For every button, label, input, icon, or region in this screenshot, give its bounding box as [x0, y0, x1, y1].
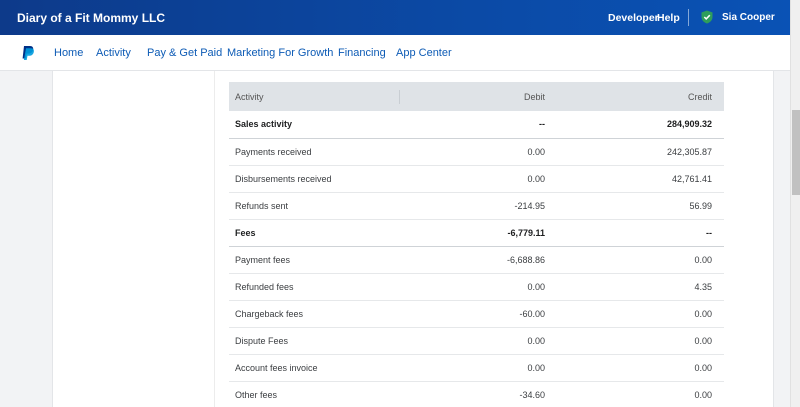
table-row: Sales activity -- 284,909.32 [229, 111, 724, 138]
row-debit: -60.00 [519, 308, 545, 319]
row-debit: 0.00 [527, 362, 545, 373]
nav-marketing-for-growth[interactable]: Marketing For Growth [227, 47, 333, 59]
row-debit: -214.95 [514, 200, 545, 211]
row-label: Sales activity [235, 119, 293, 130]
row-credit: 4.35 [694, 281, 712, 292]
nav-financing[interactable]: Financing [338, 47, 386, 59]
header-separator [399, 89, 400, 104]
business-name[interactable]: Diary of a Fit Mommy LLC [17, 11, 165, 25]
row-debit: -6,688.86 [506, 254, 545, 265]
table-row: Payment fees -6,688.86 0.00 [229, 246, 724, 273]
row-label: Chargeback fees [235, 308, 304, 319]
nav-pay-and-get-paid[interactable]: Pay & Get Paid [147, 47, 222, 59]
nav-home[interactable]: Home [54, 47, 83, 59]
activity-summary-table: Activity Debit Credit Sales activity -- 28… [229, 82, 724, 407]
row-credit: -- [706, 227, 712, 238]
row-credit: 0.00 [694, 335, 712, 346]
table-row: Dispute Fees 0.00 0.00 [229, 327, 724, 354]
table-row: Chargeback fees -60.00 0.00 [229, 300, 724, 327]
table-row: Account fees invoice 0.00 0.00 [229, 354, 724, 381]
top-header-bar: Diary of a Fit Mommy LLC Developer Help … [0, 0, 790, 35]
row-label: Refunded fees [235, 281, 294, 292]
row-label: Payment fees [235, 254, 291, 265]
table-row: Payments received 0.00 242,305.87 [229, 138, 724, 165]
row-label: Refunds sent [235, 200, 289, 211]
scrollbar-thumb[interactable] [792, 110, 800, 195]
row-credit: 284,909.32 [666, 119, 712, 130]
row-label: Fees [235, 227, 256, 238]
row-debit: -- [539, 119, 545, 130]
row-credit: 56.99 [689, 200, 712, 211]
table-row: Other fees -34.60 0.00 [229, 381, 724, 407]
row-credit: 42,761.41 [671, 173, 712, 184]
table-header-row: Activity Debit Credit [229, 82, 724, 111]
column-divider [214, 71, 215, 407]
table-row: Fees -6,779.11 -- [229, 219, 724, 246]
table-body: Sales activity -- 284,909.32 Payments recei… [229, 111, 724, 407]
row-debit: 0.00 [527, 335, 545, 346]
header-debit[interactable]: Debit [402, 82, 557, 111]
row-credit: 0.00 [694, 254, 712, 265]
help-link[interactable]: Help [657, 12, 680, 24]
nav-app-center[interactable]: App Center [396, 47, 452, 59]
row-credit: 0.00 [694, 362, 712, 373]
page-scrollbar[interactable] [790, 0, 800, 407]
shield-check-icon[interactable] [700, 10, 714, 24]
row-label: Other fees [235, 389, 278, 400]
table-row: Disbursements received 0.00 42,761.41 [229, 165, 724, 192]
row-label: Disbursements received [235, 173, 332, 184]
row-label: Account fees invoice [235, 362, 318, 373]
row-credit: 0.00 [694, 308, 712, 319]
table-row: Refunded fees 0.00 4.35 [229, 273, 724, 300]
row-label: Dispute Fees [235, 335, 289, 346]
header-divider [688, 9, 689, 26]
row-label: Payments received [235, 146, 312, 157]
header-credit[interactable]: Credit [557, 82, 724, 111]
row-debit: -34.60 [519, 389, 545, 400]
row-debit: 0.00 [527, 173, 545, 184]
nav-activity[interactable]: Activity [96, 47, 131, 59]
paypal-logo-icon[interactable] [21, 45, 35, 61]
row-credit: 242,305.87 [666, 146, 712, 157]
user-name[interactable]: Sia Cooper [722, 12, 775, 23]
row-credit: 0.00 [694, 389, 712, 400]
developer-link[interactable]: Developer [608, 12, 659, 24]
table-row: Refunds sent -214.95 56.99 [229, 192, 724, 219]
row-debit: 0.00 [527, 146, 545, 157]
row-debit: 0.00 [527, 281, 545, 292]
row-debit: -6,779.11 [507, 227, 545, 238]
main-nav: Home Activity Pay & Get Paid Marketing F… [0, 35, 790, 71]
header-activity[interactable]: Activity [229, 82, 399, 111]
